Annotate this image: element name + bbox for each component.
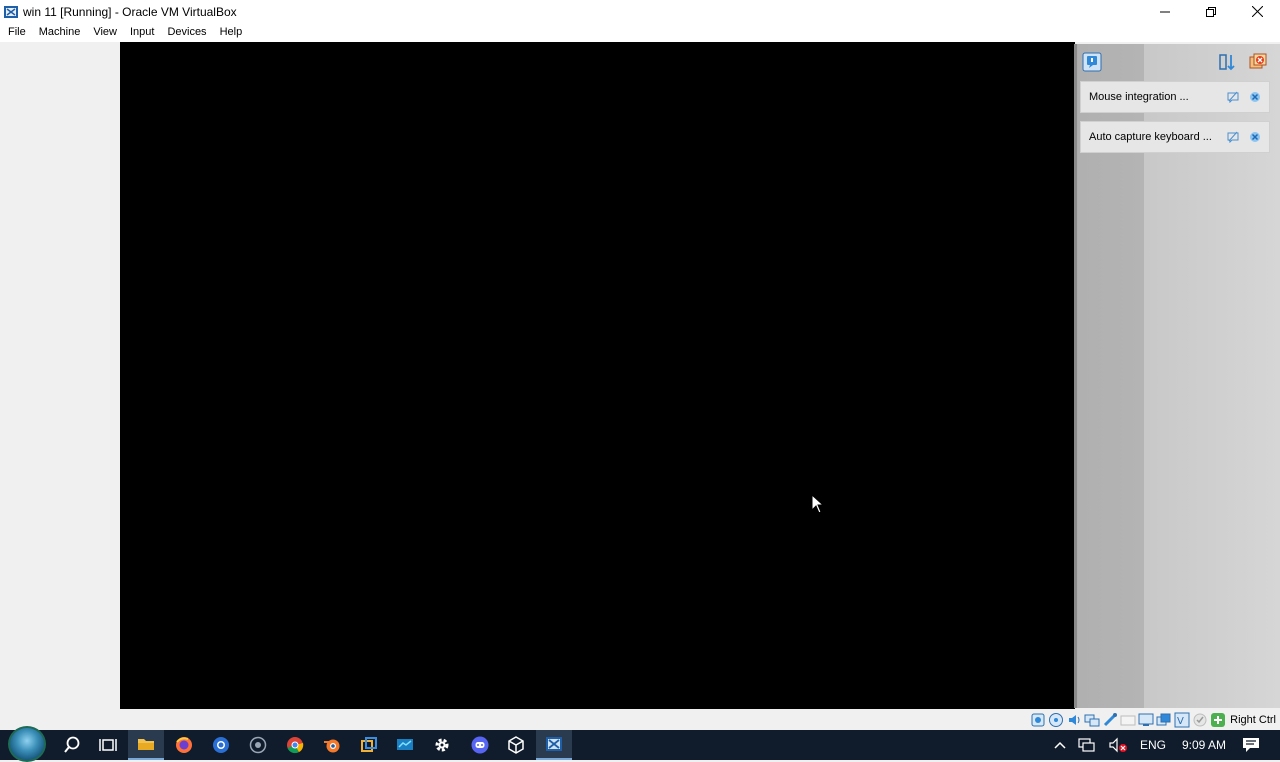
shared-folders-icon[interactable] bbox=[1120, 712, 1136, 728]
menu-machine[interactable]: Machine bbox=[33, 23, 87, 42]
task-view-button[interactable] bbox=[90, 730, 126, 760]
vm-status-bar: V Right Ctrl bbox=[0, 709, 1280, 730]
svg-text:V: V bbox=[1177, 716, 1184, 727]
menu-devices[interactable]: Devices bbox=[161, 23, 212, 42]
notification-label: Mouse integration ... bbox=[1089, 91, 1189, 103]
system-tray: ENG 9:09 AM bbox=[1048, 730, 1280, 760]
start-button[interactable] bbox=[8, 726, 46, 762]
virtualization-icon[interactable]: V bbox=[1174, 712, 1190, 728]
hard-disk-icon[interactable] bbox=[1030, 712, 1046, 728]
search-button[interactable] bbox=[54, 730, 90, 760]
app-icon bbox=[249, 736, 267, 754]
mute-notification-icon[interactable] bbox=[1225, 89, 1241, 105]
taskbar-blender[interactable] bbox=[314, 730, 350, 760]
search-icon bbox=[64, 736, 80, 753]
windows-taskbar: ENG 9:09 AM bbox=[0, 726, 1280, 762]
menu-file[interactable]: File bbox=[2, 23, 32, 42]
folder-icon bbox=[138, 739, 154, 750]
mouse-integration-icon[interactable] bbox=[1192, 712, 1208, 728]
taskbar-firefox[interactable] bbox=[166, 730, 202, 760]
window-app-icon bbox=[361, 737, 377, 752]
vm-work-area: Mouse integration ... Auto capture keybo… bbox=[0, 42, 1280, 710]
sort-icon[interactable] bbox=[1218, 52, 1238, 72]
minimize-icon bbox=[1160, 11, 1170, 12]
window-title: win 11 [Running] - Oracle VM VirtualBox bbox=[23, 4, 237, 19]
message-toggle-icon[interactable] bbox=[1082, 52, 1102, 72]
clock[interactable]: 9:09 AM bbox=[1182, 738, 1226, 752]
virtualbox-icon bbox=[546, 737, 562, 751]
taskbar-browser[interactable] bbox=[203, 730, 239, 760]
blender-icon bbox=[324, 739, 340, 753]
taskbar-app-three[interactable] bbox=[387, 730, 423, 760]
network-tray-button[interactable] bbox=[1078, 737, 1096, 753]
menu-help[interactable]: Help bbox=[214, 23, 249, 42]
notification-center: Mouse integration ... Auto capture keybo… bbox=[1074, 44, 1280, 708]
show-hidden-icons-button[interactable] bbox=[1054, 741, 1066, 749]
host-key-icon[interactable] bbox=[1210, 712, 1226, 728]
menu-input[interactable]: Input bbox=[124, 23, 160, 42]
menu-bar: File Machine View Input Devices Help bbox=[0, 23, 1280, 42]
taskbar-app-four[interactable] bbox=[498, 730, 534, 760]
volume-tray-button[interactable] bbox=[1108, 737, 1128, 753]
window-controls bbox=[1142, 0, 1280, 23]
network-icon[interactable] bbox=[1084, 712, 1100, 728]
taskbar-file-explorer[interactable] bbox=[128, 730, 164, 760]
close-icon bbox=[1251, 6, 1263, 17]
taskbar-app-two[interactable] bbox=[351, 730, 387, 760]
close-all-icon[interactable] bbox=[1248, 52, 1268, 72]
discord-icon bbox=[471, 736, 489, 754]
virtualbox-app-icon bbox=[4, 5, 18, 18]
network-wired-icon bbox=[1078, 738, 1095, 752]
menu-view[interactable]: View bbox=[87, 23, 123, 42]
restore-icon bbox=[1206, 6, 1216, 17]
notification-mouse-integration[interactable]: Mouse integration ... bbox=[1080, 81, 1270, 113]
status-indicators: V Right Ctrl bbox=[1030, 711, 1280, 729]
taskbar-settings[interactable] bbox=[424, 730, 460, 760]
mute-notification-icon[interactable] bbox=[1225, 129, 1241, 145]
chrome-icon bbox=[287, 737, 304, 754]
firefox-icon bbox=[176, 737, 192, 753]
panel-edge bbox=[1074, 44, 1077, 708]
minimize-button[interactable] bbox=[1142, 0, 1188, 23]
title-bar: win 11 [Running] - Oracle VM VirtualBox bbox=[0, 0, 1280, 23]
usb-icon[interactable] bbox=[1102, 712, 1118, 728]
audio-icon[interactable] bbox=[1066, 712, 1082, 728]
mouse-cursor-icon bbox=[811, 494, 825, 514]
video-capture-icon[interactable] bbox=[1156, 712, 1172, 728]
taskbar-virtualbox[interactable] bbox=[536, 730, 572, 760]
host-key-label: Right Ctrl bbox=[1230, 714, 1276, 726]
close-notification-icon[interactable] bbox=[1247, 129, 1263, 145]
volume-muted-icon bbox=[1109, 737, 1127, 753]
cube-icon bbox=[508, 736, 524, 754]
chevron-up-icon bbox=[1054, 741, 1066, 749]
monitor-app-icon bbox=[397, 739, 413, 750]
taskbar-discord[interactable] bbox=[462, 730, 498, 760]
notifications-icon bbox=[1243, 738, 1259, 752]
gear-icon bbox=[435, 738, 449, 752]
browser-icon bbox=[213, 737, 229, 753]
vm-display[interactable] bbox=[120, 42, 1075, 709]
action-center-button[interactable] bbox=[1242, 737, 1260, 753]
task-view-icon bbox=[99, 739, 117, 751]
close-notification-icon[interactable] bbox=[1247, 89, 1263, 105]
notification-toolbar bbox=[1074, 44, 1280, 78]
notification-auto-capture-keyboard[interactable]: Auto capture keyboard ... bbox=[1080, 121, 1270, 153]
taskbar-chrome[interactable] bbox=[277, 730, 313, 760]
notification-label: Auto capture keyboard ... bbox=[1089, 131, 1212, 143]
close-button[interactable] bbox=[1234, 0, 1280, 23]
optical-drive-icon[interactable] bbox=[1048, 712, 1064, 728]
display-icon[interactable] bbox=[1138, 712, 1154, 728]
language-indicator[interactable]: ENG bbox=[1140, 738, 1166, 752]
taskbar-app[interactable] bbox=[240, 730, 276, 760]
restore-button[interactable] bbox=[1188, 0, 1234, 23]
